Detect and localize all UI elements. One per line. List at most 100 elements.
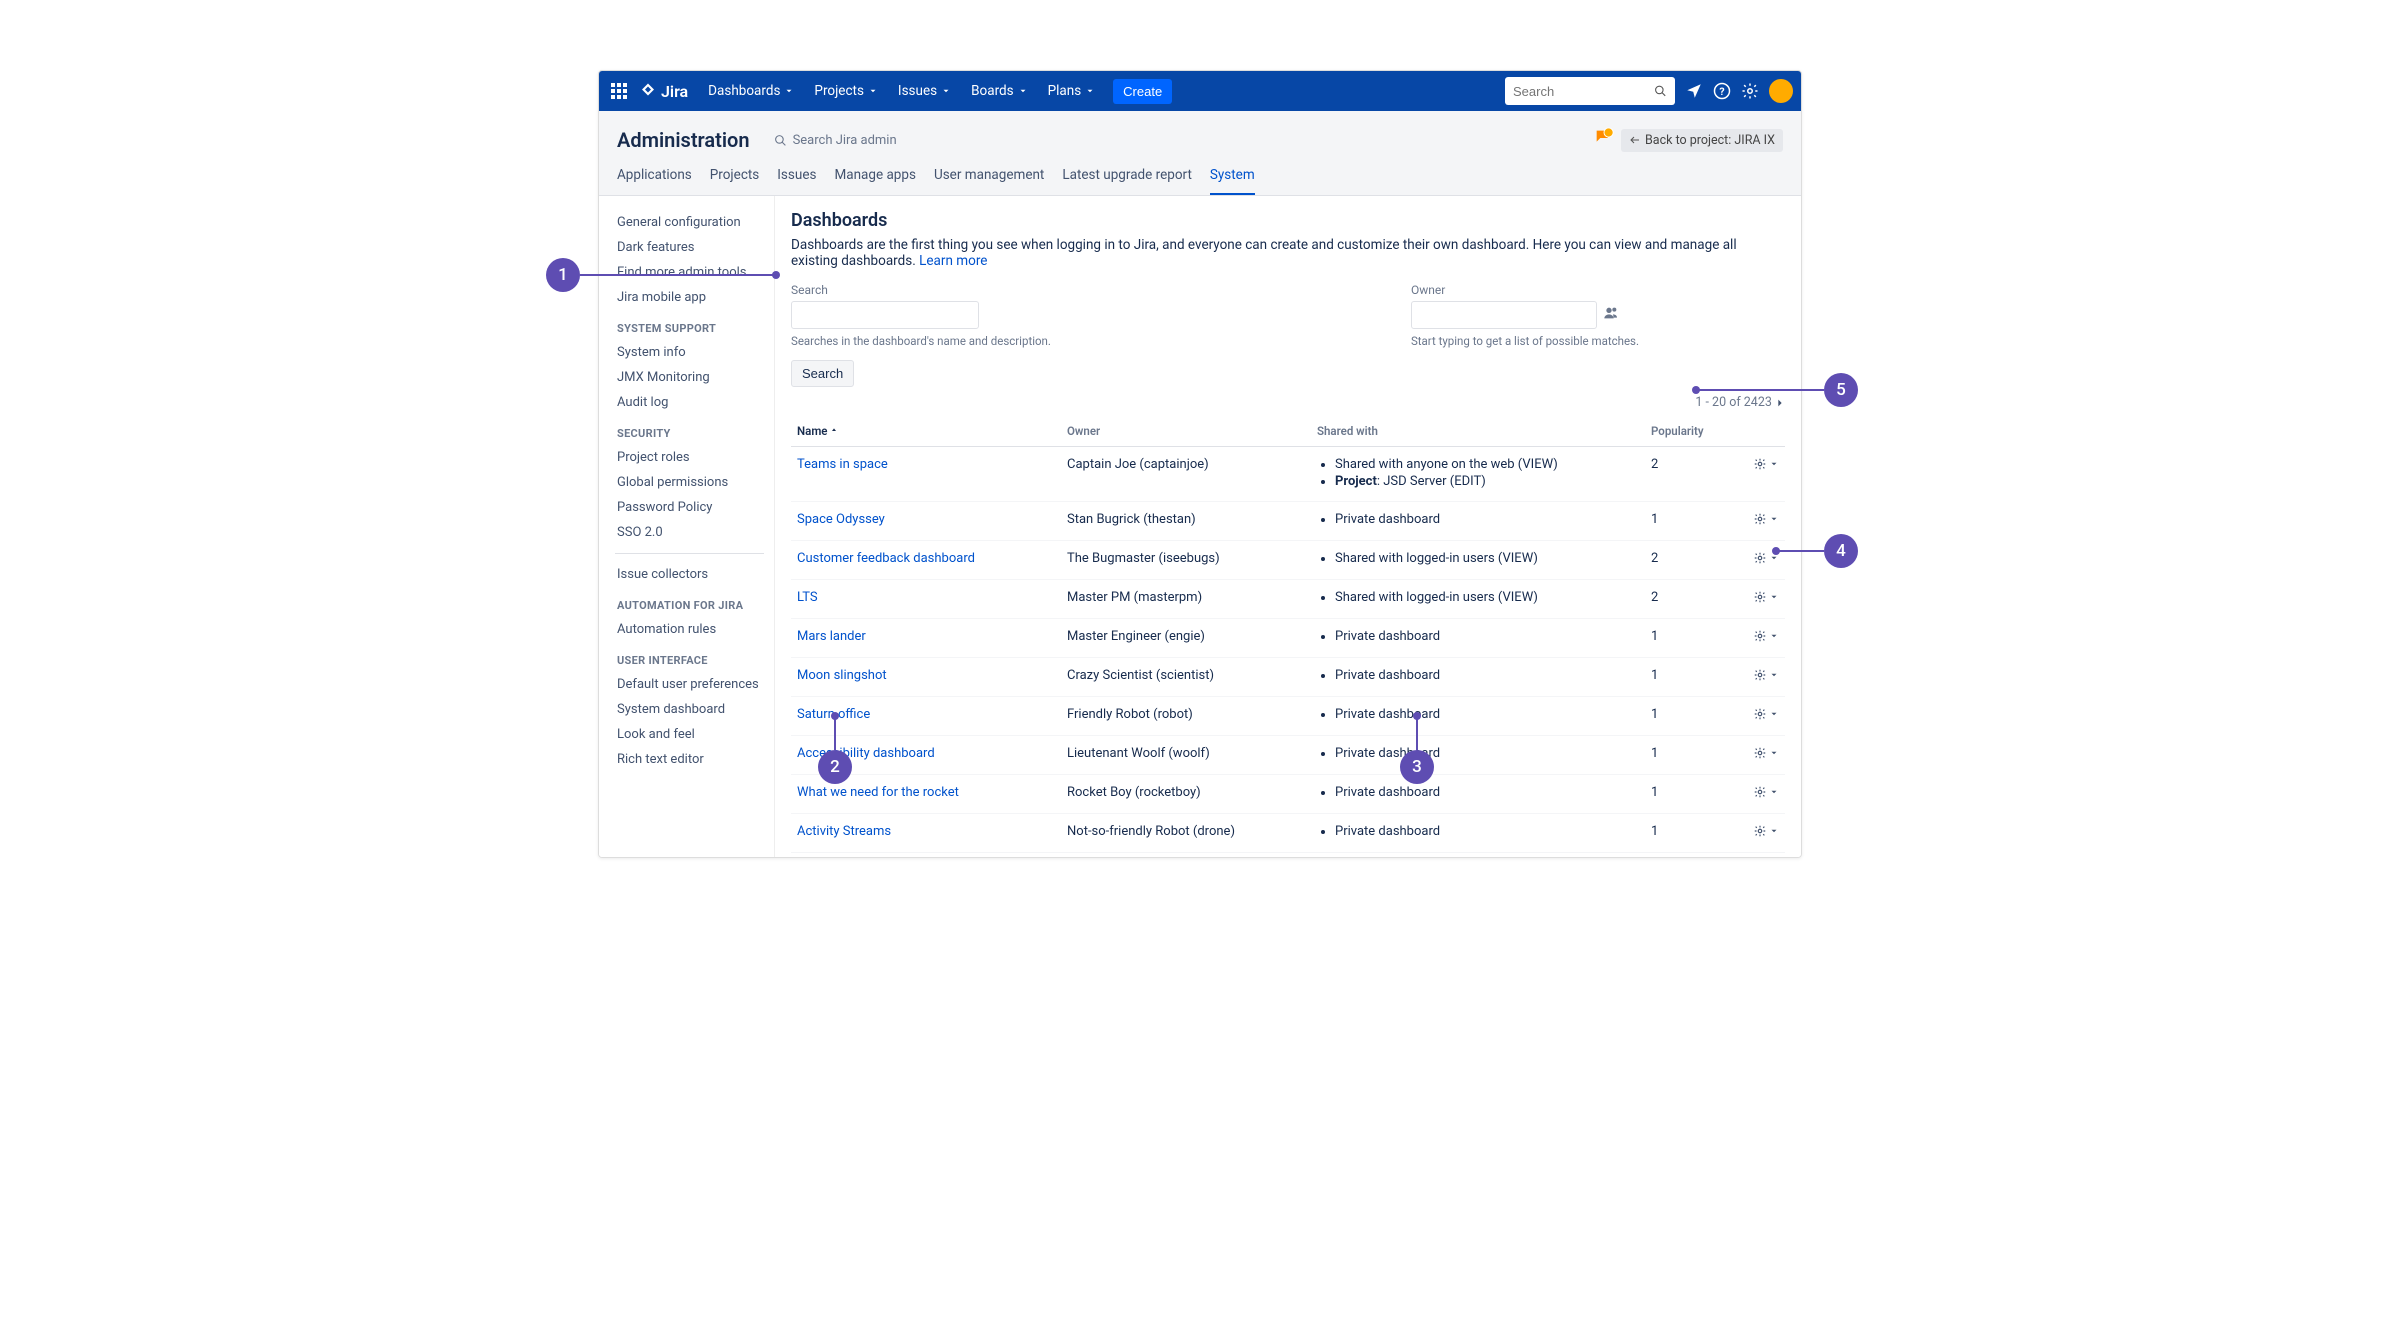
chevron-down-icon xyxy=(784,86,794,96)
sidebar-item-look-and-feel[interactable]: Look and feel xyxy=(611,722,774,747)
popularity-cell: 1 xyxy=(1645,736,1735,775)
table-row: Moon slingshot Crazy Scientist (scientist… xyxy=(791,658,1785,697)
shared-cell: Shared with logged-in users (VIEW) xyxy=(1311,580,1645,619)
row-actions-button[interactable] xyxy=(1753,668,1779,682)
dashboard-search-input[interactable] xyxy=(791,301,979,329)
table-row: Space OdysseyStan Bugrick (thestan)Priva… xyxy=(791,502,1785,541)
col-owner[interactable]: Owner xyxy=(1061,416,1311,447)
admin-search[interactable]: Search Jira admin xyxy=(774,133,897,148)
svg-text:?: ? xyxy=(1719,85,1724,98)
people-picker-icon[interactable] xyxy=(1603,305,1619,325)
sidebar-item-find-more-admin-tools[interactable]: Find more admin tools xyxy=(611,260,774,285)
row-actions-button[interactable] xyxy=(1753,746,1779,760)
row-actions-button[interactable] xyxy=(1753,785,1779,799)
sidebar-item-automation-rules[interactable]: Automation rules xyxy=(611,617,774,642)
search-button[interactable]: Search xyxy=(791,360,854,387)
sidebar-item-system-dashboard[interactable]: System dashboard xyxy=(611,697,774,722)
tab-user-management[interactable]: User management xyxy=(934,167,1044,195)
tab-projects[interactable]: Projects xyxy=(710,167,760,195)
shared-cell: Private dashboard xyxy=(1311,658,1645,697)
sidebar-item-jmx-monitoring[interactable]: JMX Monitoring xyxy=(611,365,774,390)
sidebar-item-password-policy[interactable]: Password Policy xyxy=(611,495,774,520)
table-row: What we need for the rocketRocket Boy (r… xyxy=(791,775,1785,814)
nav-boards[interactable]: Boards xyxy=(963,71,1035,111)
col-name[interactable]: Name xyxy=(791,416,1061,447)
next-page-icon[interactable] xyxy=(1775,395,1785,410)
dashboard-link[interactable]: Activity Streams xyxy=(797,824,891,839)
col-shared[interactable]: Shared with xyxy=(1311,416,1645,447)
tab-manage-apps[interactable]: Manage apps xyxy=(834,167,916,195)
help-icon[interactable]: ? xyxy=(1713,82,1731,100)
sidebar-item-dark-features[interactable]: Dark features xyxy=(611,235,774,260)
sidebar-item-audit-log[interactable]: Audit log xyxy=(611,390,774,415)
popularity-cell: 2 xyxy=(1645,541,1735,580)
row-actions-button[interactable] xyxy=(1753,629,1779,643)
avatar[interactable] xyxy=(1769,79,1793,103)
dashboard-link[interactable]: What we need for the rocket xyxy=(797,785,959,800)
callout-3: 3 xyxy=(1400,750,1434,784)
dashboard-link[interactable]: Space Odyssey xyxy=(797,512,885,527)
sidebar-item-global-permissions[interactable]: Global permissions xyxy=(611,470,774,495)
back-arrow-icon xyxy=(1629,134,1641,146)
owner-cell: Crazy Scientist (scientist) xyxy=(1061,658,1311,697)
table-row: Teams in spaceCaptain Joe (captainjoe)Sh… xyxy=(791,447,1785,502)
dashboard-link[interactable]: Teams in space xyxy=(797,457,888,472)
apps-icon[interactable] xyxy=(607,79,631,103)
row-actions-button[interactable] xyxy=(1753,457,1779,471)
back-to-project[interactable]: Back to project: JIRA IX xyxy=(1621,129,1783,152)
main-content: Dashboards Dashboards are the first thin… xyxy=(775,196,1801,857)
tab-applications[interactable]: Applications xyxy=(617,167,692,195)
table-row: Accessibility dashboardLieutenant Woolf … xyxy=(791,736,1785,775)
popularity-cell: 1 xyxy=(1645,658,1735,697)
tab-system[interactable]: System xyxy=(1210,167,1255,195)
dashboard-link[interactable]: LTS xyxy=(797,590,818,605)
dashboard-link[interactable]: Customer feedback dashboard xyxy=(797,551,975,566)
owner-cell: Captain Joe (captainjoe) xyxy=(1061,447,1311,502)
nav-issues[interactable]: Issues xyxy=(890,71,959,111)
gear-icon xyxy=(1753,668,1767,682)
owner-cell: Not-so-friendly Robot (drone) xyxy=(1061,814,1311,853)
owner-cell: Master PM (masterpm) xyxy=(1061,580,1311,619)
callout-2: 2 xyxy=(818,750,852,784)
tab-latest-upgrade-report[interactable]: Latest upgrade report xyxy=(1062,167,1192,195)
row-actions-button[interactable] xyxy=(1753,707,1779,721)
popularity-cell: 1 xyxy=(1645,697,1735,736)
notifications-icon[interactable] xyxy=(1685,82,1703,100)
nav-dashboards[interactable]: Dashboards xyxy=(700,71,802,111)
search-filter: Search Searches in the dashboard's name … xyxy=(791,283,1051,348)
sidebar-item-project-roles[interactable]: Project roles xyxy=(611,445,774,470)
row-actions-button[interactable] xyxy=(1753,590,1779,604)
feedback-icon[interactable] xyxy=(1593,127,1615,153)
learn-more-link[interactable]: Learn more xyxy=(919,253,987,269)
owner-cell: Master Engineer (engie) xyxy=(1061,619,1311,658)
sidebar-item-issue-collectors[interactable]: Issue collectors xyxy=(611,562,774,587)
create-button[interactable]: Create xyxy=(1113,79,1172,104)
popularity-cell: 1 xyxy=(1645,619,1735,658)
global-search-input[interactable] xyxy=(1513,84,1654,99)
sidebar-item-jira-mobile-app[interactable]: Jira mobile app xyxy=(611,285,774,310)
tab-issues[interactable]: Issues xyxy=(777,167,816,195)
sidebar-item-rich-text-editor[interactable]: Rich text editor xyxy=(611,747,774,772)
sidebar-item-sso-2.0[interactable]: SSO 2.0 xyxy=(611,520,774,545)
nav-plans[interactable]: Plans xyxy=(1040,71,1104,111)
owner-input[interactable] xyxy=(1411,301,1597,329)
dashboard-link[interactable]: Mars lander xyxy=(797,629,866,644)
sidebar-item-system-info[interactable]: System info xyxy=(611,340,774,365)
row-actions-button[interactable] xyxy=(1753,512,1779,526)
sidebar-heading: SYSTEM SUPPORT xyxy=(611,310,774,340)
sidebar-item-default-user-preferences[interactable]: Default user preferences xyxy=(611,672,774,697)
row-actions-button[interactable] xyxy=(1753,824,1779,838)
nav-projects[interactable]: Projects xyxy=(806,71,886,111)
table-row: Saturn officeFriendly Robot (robot)Priva… xyxy=(791,697,1785,736)
chevron-down-icon xyxy=(1769,670,1779,680)
shared-cell: Private dashboard xyxy=(1311,619,1645,658)
gear-icon xyxy=(1753,551,1767,565)
col-popularity[interactable]: Popularity xyxy=(1645,416,1735,447)
jira-logo[interactable]: Jira xyxy=(639,82,688,101)
settings-icon[interactable] xyxy=(1741,82,1759,100)
sidebar-heading: AUTOMATION FOR JIRA xyxy=(611,587,774,617)
sidebar-item-general-configuration[interactable]: General configuration xyxy=(611,210,774,235)
dashboard-link[interactable]: Accessibility dashboard xyxy=(797,746,935,761)
global-search[interactable] xyxy=(1505,77,1675,105)
dashboard-link[interactable]: Moon slingshot xyxy=(797,668,887,683)
